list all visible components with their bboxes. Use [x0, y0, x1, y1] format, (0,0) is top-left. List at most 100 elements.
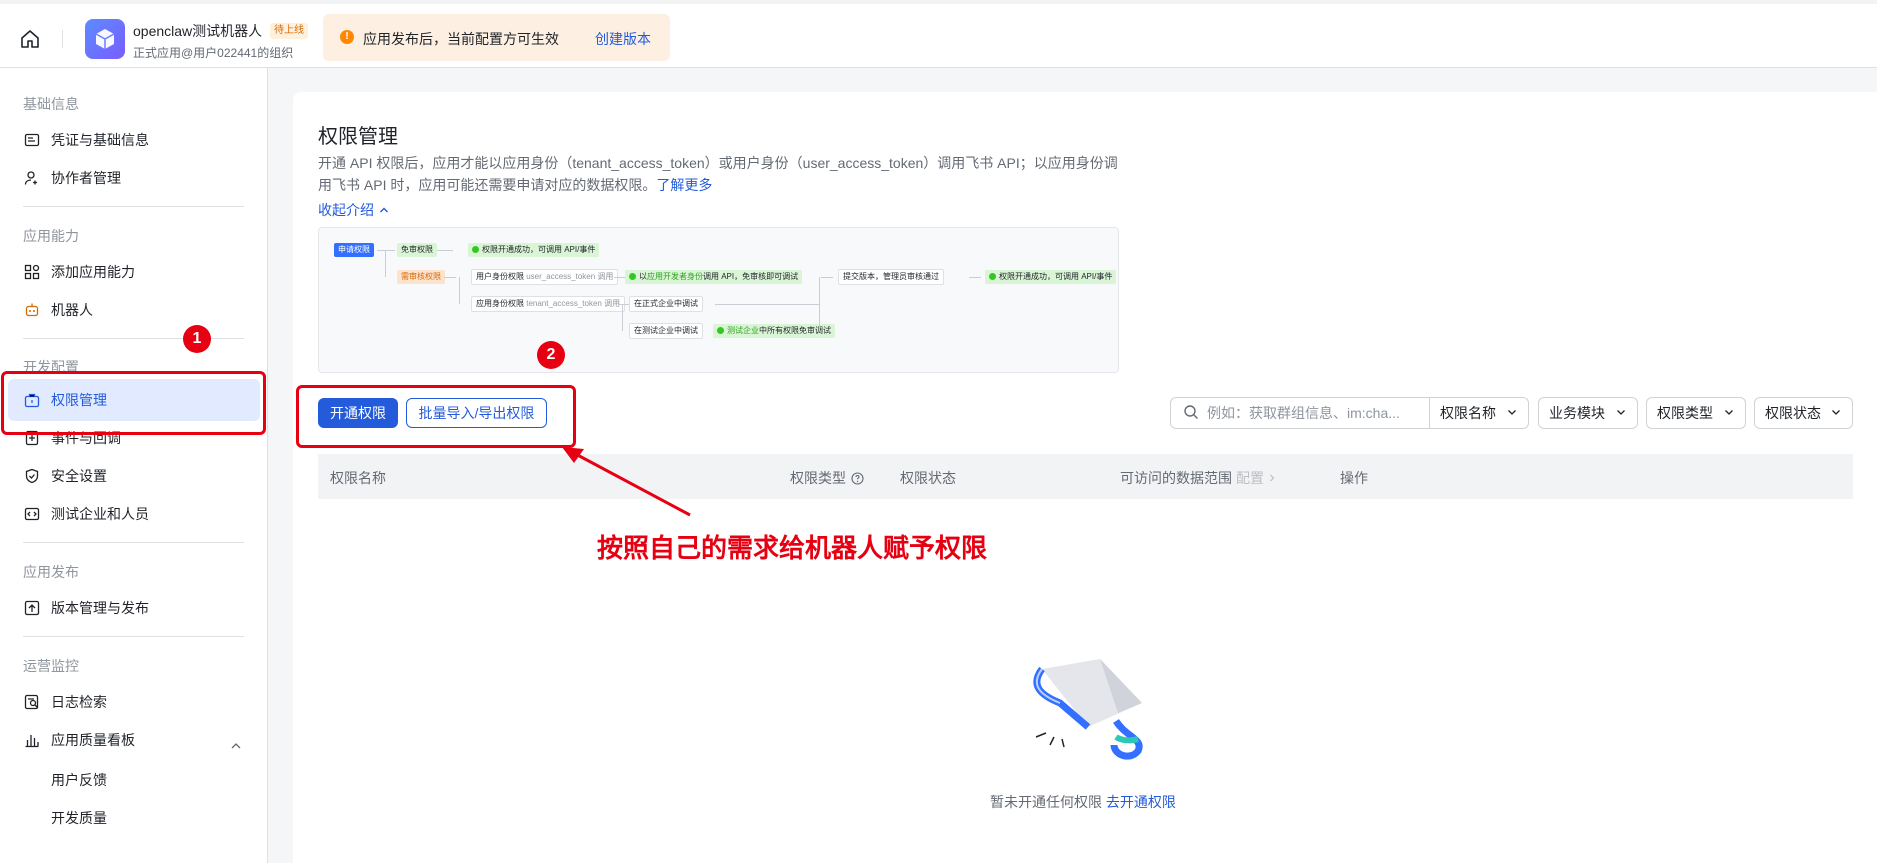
flow-connector — [715, 304, 819, 305]
flow-connector — [444, 277, 456, 278]
flow-connector — [437, 250, 453, 251]
column-operations: 操作 — [1340, 470, 1368, 486]
status-badge: 待上线 — [270, 23, 308, 39]
group-title-basic: 基础信息 — [23, 96, 79, 112]
annotation-box-buttons — [296, 385, 576, 448]
divider — [23, 636, 244, 637]
sidebar-item-dev-quality[interactable]: 开发质量 — [51, 808, 107, 828]
go-open-permission-link[interactable]: 去开通权限 — [1106, 794, 1176, 810]
sidebar-item-credentials[interactable]: 凭证与基础信息 — [23, 129, 149, 151]
sidebar-item-label: 凭证与基础信息 — [51, 132, 149, 148]
flow-connector — [459, 277, 460, 304]
sidebar-item-label: 日志检索 — [51, 694, 107, 710]
user-add-icon — [23, 169, 41, 187]
sidebar-item-versions[interactable]: 版本管理与发布 — [23, 597, 149, 619]
flow-connector — [821, 277, 833, 278]
permission-search[interactable] — [1170, 397, 1430, 429]
flow-connector — [819, 277, 820, 331]
search-icon — [1183, 404, 1199, 423]
filter-permission-type[interactable]: 权限类型 — [1646, 397, 1746, 429]
app-name: openclaw测试机器人 — [133, 23, 263, 39]
divider — [23, 542, 244, 543]
sidebar-item-label: 应用质量看板 — [51, 732, 135, 748]
chevron-down-icon — [1830, 405, 1842, 421]
filter-business-module[interactable]: 业务模块 — [1538, 397, 1638, 429]
annotation-arrow — [560, 445, 695, 520]
flow-formal-debug: 在正式企业中调试 — [629, 296, 703, 312]
flow-connector — [619, 304, 629, 305]
robot-icon — [23, 301, 41, 319]
warning-icon: ! — [340, 30, 354, 44]
flow-connector — [969, 277, 981, 278]
flow-no-review: 免审权限 — [397, 243, 437, 257]
filter-label: 权限状态 — [1765, 405, 1821, 421]
sidebar-item-logs[interactable]: 日志检索 — [23, 691, 107, 713]
sidebar-item-user-feedback[interactable]: 用户反馈 — [51, 770, 107, 790]
desc-line-1: 开通 API 权限后，应用才能以应用身份（tenant_access_token… — [318, 155, 1118, 171]
sidebar-item-label: 协作者管理 — [51, 170, 121, 186]
flow-user-perm: 用户身份权限 user_access_token 调用 — [471, 269, 619, 285]
filter-permission-status[interactable]: 权限状态 — [1754, 397, 1853, 429]
flow-app-perm: 应用身份权限 tenant_access_token 调用 — [471, 296, 626, 312]
sidebar-item-label: 测试企业和人员 — [51, 506, 149, 522]
sidebar-item-label: 版本管理与发布 — [51, 600, 149, 616]
collapse-label: 收起介绍 — [318, 202, 374, 218]
column-permission-type: 权限类型 — [790, 468, 864, 488]
notice-text: 应用发布后，当前配置方可生效 — [363, 31, 559, 47]
chevron-down-icon — [1615, 405, 1627, 421]
annotation-box-sidebar — [1, 371, 266, 435]
divider — [23, 206, 244, 207]
create-version-link[interactable]: 创建版本 — [595, 29, 651, 49]
sidebar-item-quality-board[interactable]: 应用质量看板 — [23, 729, 135, 751]
sidebar-item-add-capability[interactable]: 添加应用能力 — [23, 261, 135, 283]
collapse-intro-toggle[interactable]: 收起介绍 — [318, 200, 390, 220]
chevron-up-icon — [378, 204, 390, 216]
filter-label: 权限类型 — [1657, 405, 1713, 421]
shield-icon — [23, 467, 41, 485]
code-icon — [23, 505, 41, 523]
flow-review: 需审核权限 — [397, 270, 445, 284]
empty-state-message: 暂未开通任何权限 去开通权限 — [990, 794, 1176, 810]
home-icon[interactable] — [19, 28, 41, 50]
search-input[interactable] — [1207, 405, 1427, 421]
group-title-capabilities: 应用能力 — [23, 228, 79, 244]
column-permission-status: 权限状态 — [900, 470, 956, 486]
log-search-icon — [23, 693, 41, 711]
flow-submit: 提交版本，管理员审核通过 — [838, 269, 944, 285]
table-header: 权限名称 权限类型 权限状态 可访问的数据范围 配置 操作 — [318, 454, 1853, 499]
flow-apply: 申请权限 — [334, 243, 374, 257]
sidebar-item-collaborators[interactable]: 协作者管理 — [23, 167, 121, 189]
sidebar-item-label: 机器人 — [51, 302, 93, 318]
top-bar: openclaw测试机器人 待上线 正式应用@用户022441的组织 ! 应用发… — [0, 0, 1877, 68]
group-title-release: 应用发布 — [23, 564, 79, 580]
desc-line-2: 用飞书 API 时，应用可能还需要申请对应的数据权限。 — [318, 177, 657, 193]
flow-success: 权限开通成功，可调用 API/事件 — [468, 243, 600, 257]
config-link[interactable]: 配置 — [1236, 468, 1264, 488]
filter-label: 权限名称 — [1440, 405, 1496, 421]
upload-icon — [23, 599, 41, 617]
page-title: 权限管理 — [318, 126, 398, 148]
filter-label: 业务模块 — [1549, 405, 1605, 421]
column-data-scope: 可访问的数据范围 配置 — [1120, 468, 1277, 488]
learn-more-link[interactable]: 了解更多 — [656, 177, 712, 193]
publish-notice: ! 应用发布后，当前配置方可生效 创建版本 — [323, 14, 670, 61]
apps-icon — [23, 263, 41, 281]
annotation-number-1: 1 — [183, 325, 211, 353]
sidebar-item-test-enterprise[interactable]: 测试企业和人员 — [23, 503, 149, 525]
bar-chart-icon — [23, 731, 41, 749]
sidebar-item-bot[interactable]: 机器人 — [23, 299, 93, 321]
chevron-up-icon[interactable] — [229, 739, 243, 753]
flow-connector — [622, 304, 623, 331]
empty-state-illustration — [1030, 655, 1150, 765]
chevron-down-icon — [1723, 405, 1735, 421]
help-icon[interactable] — [851, 471, 864, 485]
filter-permission-name[interactable]: 权限名称 — [1429, 397, 1529, 429]
flow-test-enterprise: 测试企业中所有权限免审调试 — [713, 324, 835, 338]
sidebar-item-security[interactable]: 安全设置 — [23, 465, 107, 487]
annotation-number-2: 2 — [537, 341, 565, 369]
permission-flow-diagram: 申请权限 免审权限 权限开通成功，可调用 API/事件 需审核权限 用户身份权限… — [318, 227, 1119, 373]
flow-connector — [377, 250, 395, 251]
card-icon — [23, 131, 41, 149]
app-logo-icon — [85, 19, 125, 59]
sidebar: 基础信息 凭证与基础信息 协作者管理 应用能力 添加应用能力 机器人 开发配置 … — [0, 68, 268, 863]
